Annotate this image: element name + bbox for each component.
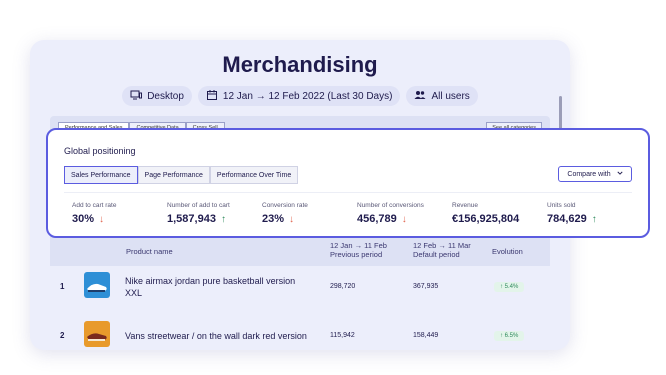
desktop-icon: [130, 89, 143, 104]
global-positioning-title: Global positioning: [64, 146, 136, 156]
positioning-tabs: Sales Performance Page Performance Perfo…: [64, 166, 299, 184]
metric-units-sold: Units sold 784,629 ↑: [547, 202, 597, 225]
header-previous-dates: 12 Jan → 11 Feb: [330, 241, 387, 250]
filter-bar: Desktop 12 Jan → 12 Feb 2022 (Last 30 Da…: [30, 86, 570, 106]
calendar-icon: [206, 89, 218, 104]
metric-number-of-conversions: Number of conversions 456,789 ↓: [357, 202, 424, 225]
previous-value: 298,720: [330, 283, 356, 290]
header-default-period: 12 Feb → 11 Mar Default period: [413, 241, 471, 259]
row-rank: 2: [60, 331, 65, 340]
header-previous-label: Previous period: [330, 250, 383, 259]
metric-value: 784,629: [547, 213, 587, 225]
users-filter[interactable]: All users: [406, 86, 478, 106]
product-name: Vans streetwear / on the wall dark red v…: [125, 331, 307, 341]
arrow-down-icon: ↓: [99, 213, 105, 225]
product-name: Nike airmax jordan pure basketball versi…: [125, 275, 295, 299]
page-title: Merchandising: [222, 52, 378, 77]
metric-value: €156,925,804: [452, 213, 520, 225]
product-thumbnail: [84, 321, 110, 347]
header-product-name: Product name: [126, 247, 173, 256]
metric-value: 23%: [262, 213, 285, 225]
metric-label: Number of conversions: [357, 202, 424, 209]
header-default-label: Default period: [413, 250, 460, 259]
header-previous-period: 12 Jan → 11 Feb Previous period: [330, 241, 387, 259]
default-value: 367,935: [413, 283, 439, 290]
metric-value: 30%: [72, 213, 95, 225]
device-filter[interactable]: Desktop: [122, 86, 192, 106]
device-label: Desktop: [147, 90, 184, 102]
tab-page-performance[interactable]: Page Performance: [137, 166, 210, 184]
date-range-label: 12 Jan → 12 Feb 2022 (Last 30 Days): [222, 90, 393, 102]
metric-conversion-rate: Conversion rate 23% ↓: [262, 202, 308, 225]
metric-revenue: Revenue €156,925,804: [452, 202, 519, 225]
product-name-line1: Nike airmax jordan pure basketball versi…: [125, 276, 296, 286]
divider: [64, 192, 632, 193]
chevron-down-icon: [617, 170, 623, 178]
previous-value: 115,942: [330, 332, 355, 339]
tab-sales-performance[interactable]: Sales Performance: [64, 166, 138, 184]
metric-add-to-cart-rate: Add to cart rate 30% ↓: [72, 202, 116, 225]
table-header: Product name 12 Jan → 11 Feb Previous pe…: [50, 236, 550, 266]
row-rank: 1: [60, 282, 65, 291]
default-value: 158,449: [413, 332, 439, 339]
metric-label: Conversion rate: [262, 202, 308, 209]
users-icon: [414, 89, 426, 104]
compare-with-label: Compare with: [567, 170, 611, 178]
evolution-badge: ↑ 5.4%: [494, 282, 525, 292]
evolution-badge: ↑ 6.5%: [494, 331, 525, 341]
users-label: All users: [431, 90, 470, 102]
header-evolution: Evolution: [492, 247, 523, 256]
table-row[interactable]: 1 Nike airmax jordan pure basketball ver…: [50, 268, 550, 316]
metric-label: Revenue: [452, 202, 479, 209]
date-range-filter[interactable]: 12 Jan → 12 Feb 2022 (Last 30 Days): [197, 86, 401, 106]
arrow-down-icon: ↓: [401, 213, 407, 225]
product-name-line2: XXL: [125, 288, 143, 298]
metric-label: Number of add to cart: [167, 202, 230, 209]
arrow-up-icon: ↑: [220, 213, 226, 225]
table-row[interactable]: 2 Vans streetwear / on the wall dark red…: [50, 320, 550, 350]
product-thumbnail: [84, 272, 110, 298]
metric-label: Add to cart rate: [72, 202, 117, 209]
header-default-dates: 12 Feb → 11 Mar: [413, 241, 471, 250]
tab-performance-over-time[interactable]: Performance Over Time: [209, 166, 299, 184]
metric-label: Units sold: [547, 202, 576, 209]
compare-with-dropdown[interactable]: Compare with: [558, 166, 632, 182]
metric-value: 1,587,943: [167, 213, 216, 225]
metric-value: 456,789: [357, 213, 397, 225]
arrow-up-icon: ↑: [591, 213, 597, 225]
arrow-down-icon: ↓: [289, 213, 295, 225]
global-positioning-card: Global positioning Sales Performance Pag…: [46, 128, 650, 238]
metric-number-of-add-to-cart: Number of add to cart 1,587,943 ↑: [167, 202, 230, 225]
